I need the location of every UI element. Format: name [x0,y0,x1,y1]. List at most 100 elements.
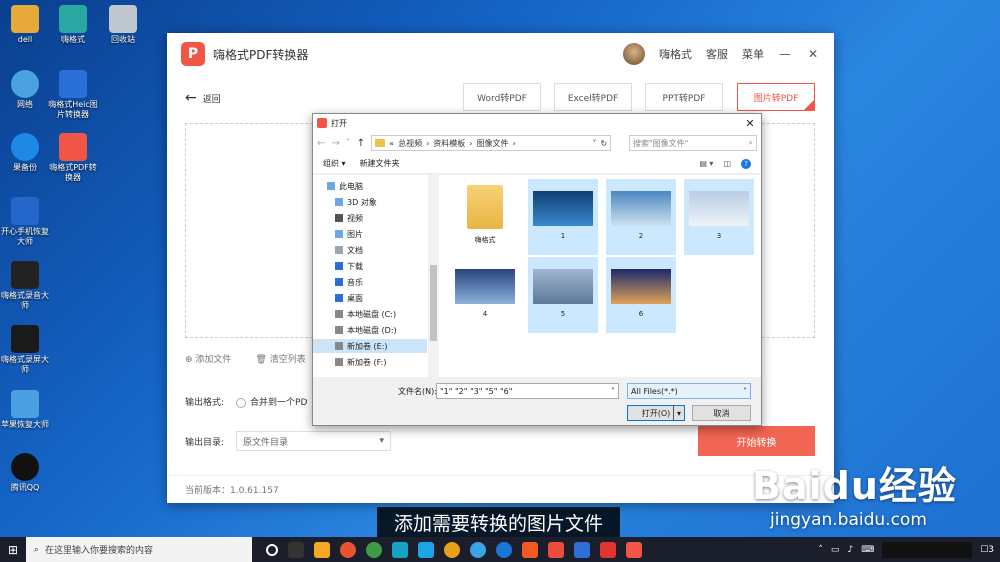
file-item-4[interactable]: 4 [450,257,520,333]
tree-scrollbar[interactable] [428,175,439,377]
firefox-icon[interactable] [340,541,356,558]
open-dropdown-button[interactable]: ▾ [673,405,685,421]
tree-item-this-pc[interactable]: 此电脑 [327,179,427,193]
desktop-icon-hgs[interactable]: 嗨格式 [48,5,98,45]
address-bar[interactable]: « 总视频 › 资料模板 › 图像文件 › ˅ ↻ [371,135,612,151]
up-arrow-icon[interactable]: ↑ [357,138,365,149]
app-icon[interactable] [574,541,590,558]
tab-word-to-pdf[interactable]: Word转PDF [463,83,541,111]
desktop-icon-screen-recorder[interactable]: 嗨格式录屏大师 [0,325,50,375]
tree-item-videos[interactable]: 视频 [335,211,427,225]
filename-input[interactable]: "1" "2" "3" "5" "6" ˅ [436,383,619,399]
chevron-down-icon[interactable]: ˅ [611,387,615,396]
search-input[interactable]: 搜索"图像文件" ⌕ [629,135,757,151]
menu-link[interactable]: 菜单 [742,46,764,62]
app-icon[interactable] [522,541,538,558]
file-item-3[interactable]: 3 [684,179,754,255]
desktop-icon-heic[interactable]: 嗨格式Heic图片转换器 [48,70,98,120]
service-link[interactable]: 客服 [706,46,728,62]
folder-icon [11,5,39,33]
refresh-icon[interactable]: ↻ [600,139,607,148]
chevron-down-icon[interactable]: ˅ [592,139,596,148]
volume-icon[interactable]: ♪ [847,545,853,555]
user-name[interactable]: 嗨格式 [659,46,692,62]
chevron-down-icon[interactable]: ˅ [346,138,351,149]
taskbar-search-input[interactable]: ⌕ 在这里输入你要搜索的内容 [26,537,252,562]
edge-icon[interactable] [496,541,512,558]
chevron-up-icon[interactable]: ˄ [818,545,823,555]
file-item-1[interactable]: 1 [528,179,598,255]
back-arrow-icon[interactable]: ← [317,138,325,149]
tree-item-downloads[interactable]: 下载 [335,259,427,273]
avatar[interactable] [623,43,645,65]
cancel-button[interactable]: 取消 [692,405,751,421]
back-button[interactable]: ← 返回 [185,90,221,106]
merge-radio[interactable]: 合并到一个PD [236,395,307,408]
app-icon[interactable] [418,541,434,558]
tree-item-music[interactable]: 音乐 [335,275,427,289]
arrow-left-icon: ← [185,90,197,106]
file-item-2[interactable]: 2 [606,179,676,255]
keyboard-icon[interactable]: ⌨ [861,545,874,555]
desktop-icon-pdf-converter[interactable]: 嗨格式PDF转换器 [48,133,98,183]
desktop-icon-network[interactable]: 网络 [0,70,50,110]
desktop-icon-apple-recovery[interactable]: 苹果恢复大师 [0,390,50,430]
output-dir-select[interactable]: 原文件目录 ▾ [236,431,392,451]
acrobat-icon[interactable] [600,541,616,558]
tree-item-drive-e[interactable]: 新加卷 (E:) [313,339,427,353]
desktop-icon-recycle-bin[interactable]: 回收站 [98,5,148,45]
ie-icon[interactable] [470,541,486,558]
close-button[interactable]: ✕ [806,47,820,61]
preview-pane-icon[interactable]: ◫ [723,159,731,169]
tab-ppt-to-pdf[interactable]: PPT转PDF [645,83,723,111]
clock[interactable] [882,541,973,558]
breadcrumb-item[interactable]: 资料模板 [433,138,465,149]
minimize-button[interactable]: — [778,47,792,61]
chrome-icon[interactable] [366,541,382,558]
task-view-icon[interactable] [288,541,304,558]
desktop-icon-dell[interactable]: dell [0,5,50,45]
desktop-icon-backup[interactable]: 果备份 [0,133,50,173]
file-item-folder[interactable]: 嗨格式 [450,179,520,255]
tree-item-drive-d[interactable]: 本地磁盘 (D:) [335,323,427,337]
organize-button[interactable]: 组织 ▾ [323,158,346,169]
file-explorer-icon[interactable] [314,541,330,558]
filetype-select[interactable]: All Files(*.*) ˅ [627,383,751,399]
app-icon[interactable] [444,541,460,558]
video-icon [335,214,343,222]
notification-icon[interactable]: ☐3 [980,545,994,555]
cortana-icon[interactable] [266,543,278,556]
tab-image-to-pdf[interactable]: 图片转PDF [737,83,815,111]
forward-arrow-icon[interactable]: → [331,138,339,149]
dialog-close-button[interactable]: ✕ [743,117,757,130]
file-item-5[interactable]: 5 [528,257,598,333]
desktop-icon-qq[interactable]: 腾讯QQ [0,453,50,493]
output-format-row: 输出格式: 合并到一个PD [185,395,307,408]
tree-item-3d-objects[interactable]: 3D 对象 [335,195,427,209]
app-icon[interactable] [392,541,408,558]
tree-item-documents[interactable]: 文档 [335,243,427,257]
file-item-6[interactable]: 6 [606,257,676,333]
clear-list-button[interactable]: 🗑 清空列表 [255,352,305,365]
tree-item-drive-c[interactable]: 本地磁盘 (C:) [335,307,427,321]
new-folder-button[interactable]: 新建文件夹 [360,158,400,169]
desktop-icon-recorder[interactable]: 嗨格式录音大师 [0,261,50,311]
help-icon[interactable]: ? [741,158,751,169]
network-icon[interactable]: ▭ [831,545,840,555]
tree-item-pictures[interactable]: 图片 [335,227,427,241]
start-convert-button[interactable]: 开始转换 [698,426,815,456]
tab-excel-to-pdf[interactable]: Excel转PDF [554,83,632,111]
tree-item-desktop[interactable]: 桌面 [335,291,427,305]
add-file-button[interactable]: ⊕ 添加文件 [185,352,231,365]
dialog-title-bar: 打开 ✕ [313,114,761,132]
view-icon[interactable]: ▤ ▾ [699,159,713,169]
drive-icon [335,342,343,350]
desktop-icon-phone-recovery[interactable]: 开心手机恢复大师 [0,197,50,247]
windows-start-icon[interactable]: ⊞ [0,537,26,562]
breadcrumb-item[interactable]: 图像文件 [476,138,508,149]
wps-icon[interactable] [548,541,564,558]
scrollbar-thumb[interactable] [430,265,437,341]
pdf-converter-icon[interactable] [626,541,642,558]
breadcrumb-item[interactable]: 总视频 [398,138,422,149]
tree-item-drive-f[interactable]: 新加卷 (F:) [335,355,427,369]
